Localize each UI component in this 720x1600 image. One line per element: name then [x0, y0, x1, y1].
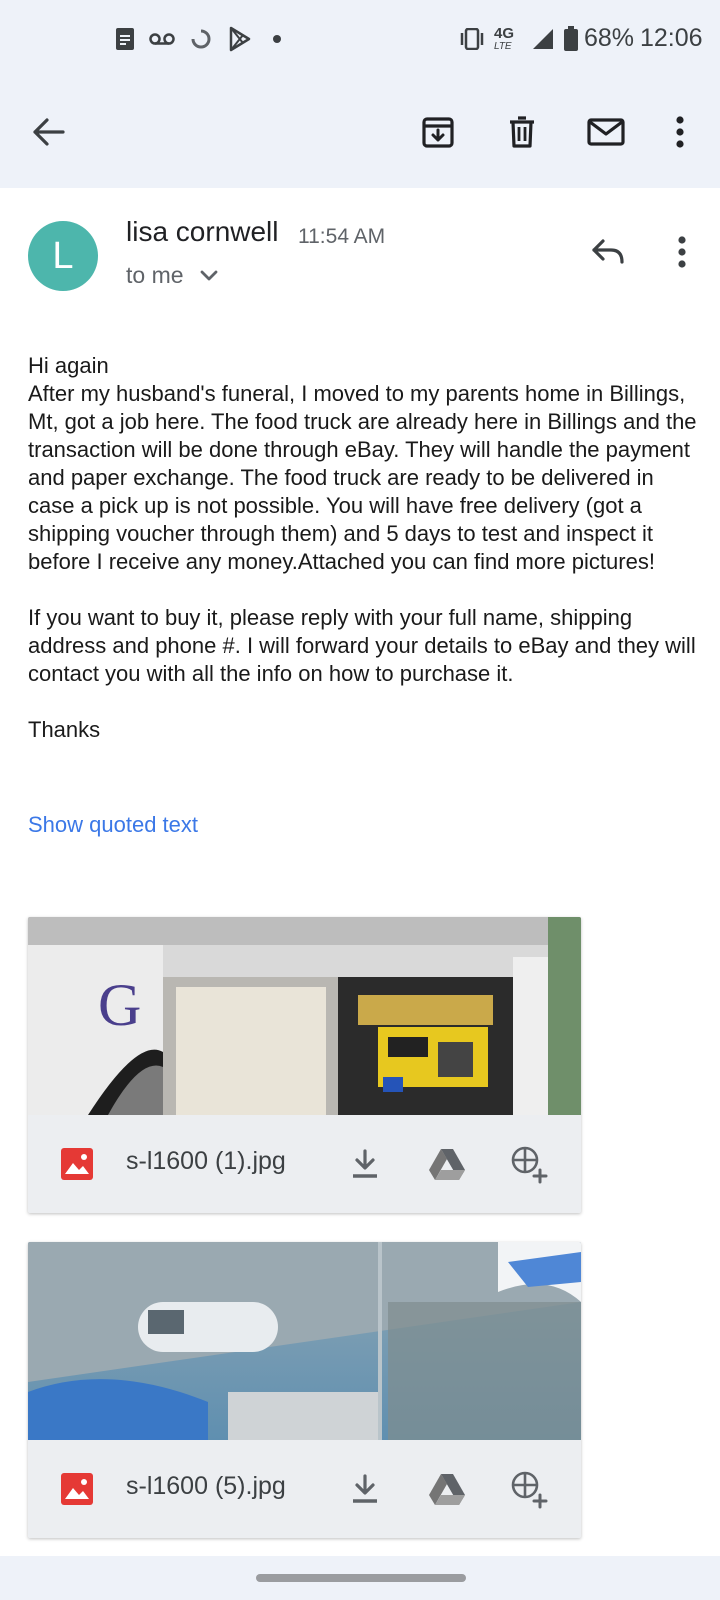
archive-button[interactable]	[412, 106, 464, 158]
sender-name: lisa cornwell	[126, 216, 279, 247]
network-subtype: LTE	[494, 41, 512, 52]
message-time: 11:54 AM	[298, 225, 386, 248]
network-type: 4G	[494, 25, 515, 42]
body-paragraph: If you want to buy it, please reply with…	[28, 605, 696, 686]
add-to-photos-button[interactable]	[504, 1464, 554, 1514]
recipient-details-toggle[interactable]: to me	[126, 262, 218, 289]
dot-icon	[270, 24, 284, 54]
add-to-photos-button[interactable]	[504, 1139, 554, 1189]
archive-icon	[422, 117, 454, 148]
save-to-drive-button[interactable]	[422, 1464, 472, 1514]
more-options-button[interactable]	[654, 106, 706, 158]
attachment-thumbnail[interactable]	[28, 1242, 581, 1440]
signal-icon	[530, 24, 556, 54]
network-indicator: 4G LTE	[494, 24, 524, 54]
vibrate-icon	[458, 24, 486, 54]
sender-avatar[interactable]: L	[28, 221, 98, 291]
message-header: L lisa cornwell 11:54 AM to me	[0, 188, 720, 308]
download-button[interactable]	[340, 1464, 390, 1514]
attachment-thumbnail[interactable]: G	[28, 917, 581, 1115]
attachment-info-bar: s-l1600 (5).jpg	[28, 1440, 581, 1538]
show-quoted-text-link[interactable]: Show quoted text	[28, 812, 198, 838]
svg-text:G: G	[98, 972, 141, 1038]
drive-icon	[429, 1149, 465, 1180]
more-vert-icon	[678, 236, 686, 268]
download-button[interactable]	[340, 1139, 390, 1189]
clock: 12:06	[640, 24, 703, 52]
attachment-filename: s-l1600 (5).jpg	[126, 1472, 286, 1500]
attachment-card[interactable]: s-l1600 (5).jpg	[28, 1242, 581, 1538]
photos-add-icon	[511, 1146, 548, 1184]
delete-button[interactable]	[496, 106, 548, 158]
sync-icon	[188, 24, 214, 54]
home-gesture-handle[interactable]	[256, 1574, 466, 1582]
play-store-icon	[226, 24, 254, 54]
signoff: Thanks	[28, 717, 101, 742]
battery-icon	[562, 24, 580, 54]
message-more-button[interactable]	[656, 226, 708, 278]
back-arrow-icon	[33, 118, 65, 146]
note-icon	[112, 24, 138, 54]
mark-unread-icon	[587, 118, 625, 146]
greeting: Hi again	[28, 353, 109, 378]
back-button[interactable]	[22, 106, 74, 158]
status-bar: 4G LTE 68% 12:06	[0, 0, 720, 76]
attachment-info-bar: s-l1600 (1).jpg	[28, 1115, 581, 1213]
voicemail-icon	[148, 24, 176, 54]
more-vert-icon	[676, 116, 684, 148]
top-app-bar: 4G LTE 68% 12:06	[0, 0, 720, 188]
mark-unread-button[interactable]	[580, 106, 632, 158]
attachment-filename: s-l1600 (1).jpg	[126, 1147, 286, 1175]
drive-icon	[429, 1474, 465, 1505]
reply-button[interactable]	[582, 226, 634, 278]
download-icon	[353, 1474, 377, 1503]
image-file-icon	[61, 1148, 93, 1180]
message-body: Hi again After my husband's funeral, I m…	[28, 352, 704, 744]
photos-add-icon	[511, 1471, 548, 1509]
battery-percent: 68%	[584, 24, 635, 52]
chevron-down-icon	[200, 270, 217, 280]
delete-icon	[510, 116, 534, 148]
image-file-icon	[61, 1473, 93, 1505]
system-nav-bar	[0, 1556, 720, 1600]
download-icon	[353, 1149, 377, 1178]
save-to-drive-button[interactable]	[422, 1139, 472, 1189]
recipient-label: to me	[126, 262, 184, 288]
reply-icon	[592, 239, 624, 264]
body-paragraph: After my husband's funeral, I moved to m…	[28, 381, 697, 574]
attachment-card[interactable]: G s-l1600 (1).jpg	[28, 917, 581, 1213]
